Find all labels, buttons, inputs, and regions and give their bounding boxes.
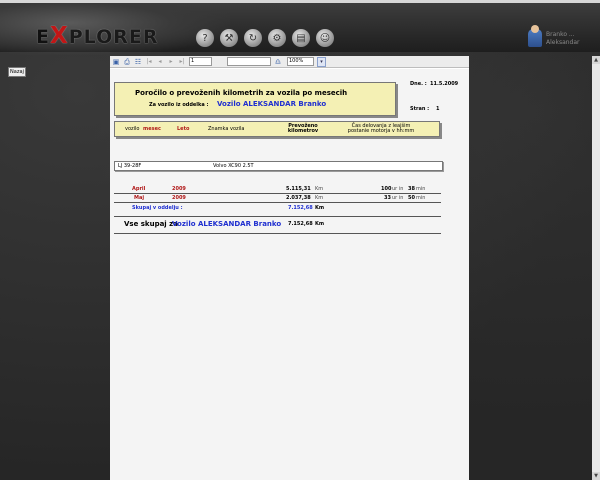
row-minutes-unit: min bbox=[416, 195, 426, 201]
chevron-down-icon[interactable]: ▾ bbox=[317, 56, 326, 67]
search-input[interactable] bbox=[227, 57, 271, 66]
vehicle-plate: LJ 39-28F bbox=[118, 163, 142, 169]
report-title-box: Poročilo o prevoženih kilometrih za vozi… bbox=[114, 82, 396, 116]
app-header: EXPLORER ? ⚒ ↻ ⚙ ▤ ☺ Branko ... Aleksand… bbox=[0, 0, 600, 55]
table-row: Maj 2009 2.037,38 Km 33 ur in 50 min bbox=[114, 195, 441, 202]
document-icon[interactable]: ▤ bbox=[292, 29, 310, 47]
vehicle-row: LJ 39-28F Volvo XC90 2.5T bbox=[114, 161, 443, 171]
binoculars-icon[interactable]: ♎ bbox=[274, 58, 282, 66]
table-row: April 2009 5.115,31 Km 100 ur in 38 min bbox=[114, 186, 441, 193]
total-km: 7.152,68 bbox=[288, 221, 313, 227]
scroll-down-icon[interactable]: ▼ bbox=[592, 472, 600, 480]
refresh-icon[interactable]: ↻ bbox=[244, 29, 262, 47]
row-month: April bbox=[132, 186, 146, 192]
row-year: 2009 bbox=[172, 186, 186, 192]
department-value: Vozilo ALEKSANDAR Branko bbox=[217, 100, 327, 108]
subtotal-unit: Km bbox=[315, 205, 325, 211]
col-km: Prevoženo kilometrov bbox=[287, 123, 319, 134]
total-label: Vse skupaj za bbox=[124, 220, 178, 228]
total-name: Vozilo ALEKSANDAR Branko bbox=[172, 220, 282, 228]
print-icon[interactable]: ⎙ bbox=[123, 58, 131, 66]
help-icon[interactable]: ? bbox=[196, 29, 214, 47]
col-month: mesec bbox=[143, 126, 161, 132]
page-value: 1 bbox=[436, 106, 440, 112]
explorer-logo: EXPLORER bbox=[36, 23, 159, 49]
scroll-up-icon[interactable]: ▲ bbox=[592, 56, 600, 64]
report-toolbar: ▣ ⎙ ☷ |◂ ◂ ▸ ▸| 1 ♎ 100% ▾ bbox=[110, 56, 469, 68]
row-km: 5.115,31 bbox=[286, 186, 311, 192]
report-page: Poročilo o prevoženih kilometrih za vozi… bbox=[110, 69, 469, 480]
last-page-icon[interactable]: ▸| bbox=[178, 58, 186, 66]
logo-rest: PLORER bbox=[68, 26, 159, 48]
user-avatar-icon bbox=[528, 25, 542, 47]
row-km: 2.037,38 bbox=[286, 195, 311, 201]
settings-icon[interactable]: ⚙ bbox=[268, 29, 286, 47]
zoom-select[interactable]: 100% bbox=[287, 57, 314, 66]
subtotal-row: Skupaj v oddelju : 7.152,68 Km bbox=[114, 205, 441, 212]
col-brand: Znamka vozila bbox=[208, 126, 245, 132]
report-viewer: ▣ ⎙ ☷ |◂ ◂ ▸ ▸| 1 ♎ 100% ▾ Poročilo o pr… bbox=[110, 56, 469, 480]
department-label: Za vozilo iz oddelka : bbox=[149, 102, 209, 108]
row-km-unit: Km bbox=[315, 195, 324, 201]
logo-e: E bbox=[36, 26, 50, 48]
row-hours-unit: ur in bbox=[392, 186, 404, 192]
row-hours: 100 bbox=[381, 186, 392, 192]
subtotal-km: 7.152,68 bbox=[288, 205, 313, 211]
row-minutes-unit: min bbox=[416, 186, 426, 192]
subtotal-divider bbox=[114, 216, 441, 217]
current-user[interactable]: Branko ... Aleksandar bbox=[528, 25, 598, 51]
top-icon-bar: ? ⚒ ↻ ⚙ ▤ ☺ bbox=[196, 29, 334, 47]
total-unit: Km bbox=[315, 221, 325, 227]
row-km-unit: Km bbox=[315, 186, 324, 192]
total-divider bbox=[114, 233, 441, 234]
subtotal-label: Skupaj v oddelju : bbox=[132, 205, 183, 211]
user-name: Branko ... Aleksandar bbox=[546, 31, 580, 46]
logo-x: X bbox=[49, 23, 69, 49]
date-value: 11.5.2009 bbox=[430, 81, 459, 87]
total-row: Vse skupaj za Vozilo ALEKSANDAR Branko 7… bbox=[114, 220, 441, 229]
next-page-icon[interactable]: ▸ bbox=[167, 58, 175, 66]
scrollbar[interactable] bbox=[592, 56, 600, 480]
user-icon[interactable]: ☺ bbox=[316, 29, 334, 47]
prev-page-icon[interactable]: ◂ bbox=[156, 58, 164, 66]
col-time: Čas delovanja z leajšim postanie motorja… bbox=[347, 123, 415, 134]
vehicle-model: Volvo XC90 2.5T bbox=[213, 163, 254, 169]
row-divider bbox=[114, 202, 441, 203]
col-vehicle: vozilo bbox=[125, 126, 140, 132]
first-page-icon[interactable]: |◂ bbox=[145, 58, 153, 66]
group-tree-icon[interactable]: ☷ bbox=[134, 58, 142, 66]
page-label: Stran : bbox=[410, 106, 430, 112]
date-label: Dne. : bbox=[410, 81, 427, 87]
page-number-input[interactable]: 1 bbox=[189, 57, 212, 66]
col-year: Leto bbox=[177, 126, 190, 132]
wrench-icon[interactable]: ⚒ bbox=[220, 29, 238, 47]
row-hours: 33 bbox=[384, 195, 391, 201]
column-header-bar: vozilo mesec Leto Znamka vozila Prevožen… bbox=[114, 121, 440, 137]
row-year: 2009 bbox=[172, 195, 186, 201]
row-month: Maj bbox=[134, 195, 145, 201]
row-minutes: 38 bbox=[408, 186, 415, 192]
row-minutes: 50 bbox=[408, 195, 415, 201]
row-divider bbox=[114, 193, 441, 194]
export-icon[interactable]: ▣ bbox=[112, 58, 120, 66]
back-button[interactable]: Nazaj bbox=[8, 67, 26, 77]
report-title: Poročilo o prevoženih kilometrih za vozi… bbox=[135, 89, 348, 97]
row-hours-unit: ur in bbox=[392, 195, 404, 201]
